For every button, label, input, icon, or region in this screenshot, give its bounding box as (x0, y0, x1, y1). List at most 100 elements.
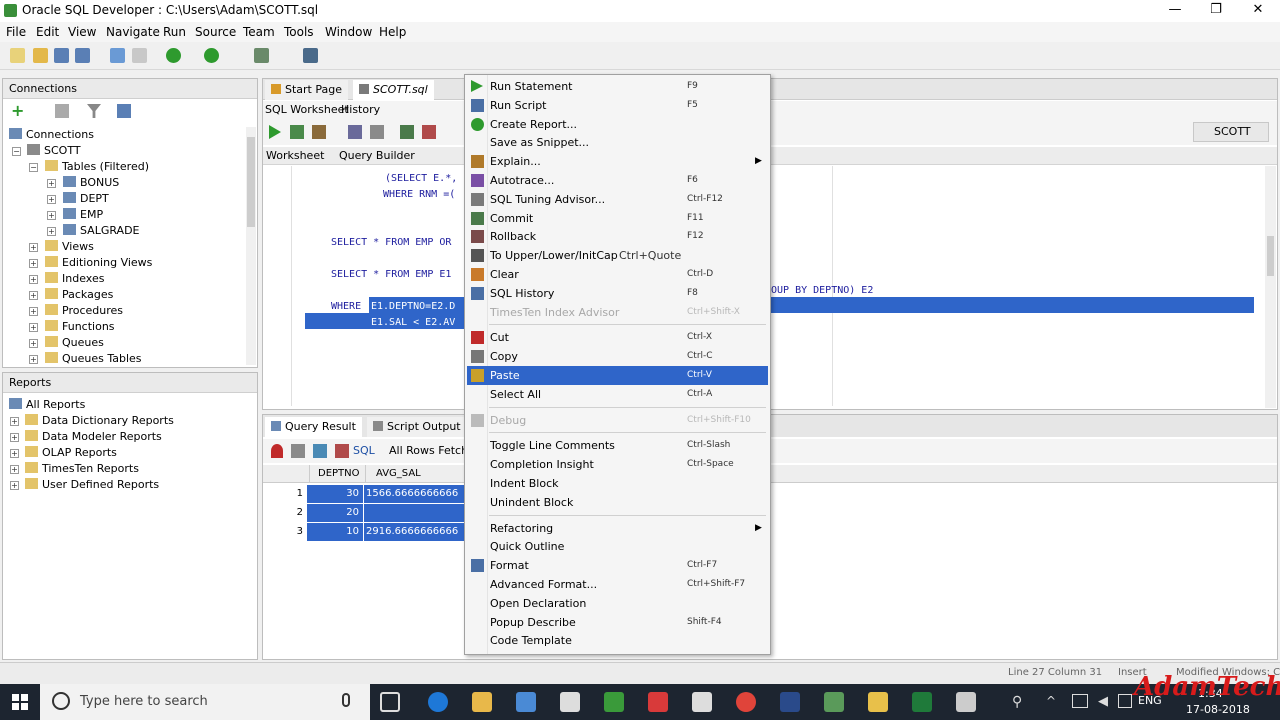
tree-item-salgrade[interactable]: SALGRADE (63, 223, 140, 239)
sql-monitor-icon[interactable] (254, 48, 269, 63)
subtab-history[interactable]: History (341, 103, 380, 116)
app-blue-icon[interactable] (780, 692, 800, 712)
app-yellow-icon[interactable] (868, 692, 888, 712)
menu-item-unindent-block[interactable]: Unindent Block (467, 493, 768, 512)
tree-item-bonus[interactable]: BONUS (63, 175, 119, 191)
commit-icon[interactable] (400, 125, 414, 139)
expand-icon[interactable]: + (10, 433, 19, 442)
run-statement-icon[interactable] (269, 125, 281, 139)
rollback-icon[interactable] (422, 125, 436, 139)
menu-item-indent-block[interactable]: Indent Block (467, 474, 768, 493)
menu-item-format[interactable]: Format Ctrl-F7 (467, 556, 768, 575)
edge-icon[interactable] (428, 692, 448, 712)
menu-item-toggle-line-comments[interactable]: Toggle Line Comments Ctrl-Slash (467, 436, 768, 455)
menu-item-cut[interactable]: Cut Ctrl-X (467, 328, 768, 347)
save-all-icon[interactable] (75, 48, 90, 63)
excel-icon[interactable] (912, 692, 932, 712)
tree-item-dept[interactable]: DEPT (63, 191, 109, 207)
menu-item-select-all[interactable]: Select All Ctrl-A (467, 385, 768, 404)
network-icon[interactable] (1072, 694, 1088, 708)
collapse-icon[interactable]: − (12, 147, 21, 156)
mail-icon[interactable] (692, 692, 712, 712)
menu-item-popup-describe[interactable]: Popup Describe Shift-F4 (467, 613, 768, 632)
dropbox-icon[interactable] (560, 692, 580, 712)
menu-tools[interactable]: Tools (284, 25, 314, 39)
cell-deptno[interactable]: 20 (307, 504, 363, 522)
tree-item-tables[interactable]: Tables (Filtered) (45, 159, 149, 175)
new-icon[interactable] (10, 48, 25, 63)
menu-item-rollback[interactable]: Rollback F12 (467, 227, 768, 246)
chrome-icon[interactable] (736, 692, 756, 712)
expand-icon[interactable]: + (10, 481, 19, 490)
menu-view[interactable]: View (68, 25, 96, 39)
microphone-icon[interactable] (342, 693, 350, 707)
expand-icon[interactable]: + (47, 211, 56, 220)
menu-window[interactable]: Window (325, 25, 372, 39)
taskbar-search-box[interactable]: Type here to search (40, 684, 370, 720)
tree-item-all-reports[interactable]: All Reports (9, 397, 85, 413)
menu-item-commit[interactable]: Commit F11 (467, 209, 768, 228)
save-icon[interactable] (54, 48, 69, 63)
back-icon[interactable] (166, 48, 181, 63)
expand-icon[interactable]: + (47, 227, 56, 236)
menu-item-autotrace[interactable]: Autotrace... F6 (467, 171, 768, 190)
menu-item-open-declaration[interactable]: Open Declaration (467, 594, 768, 613)
tree-item-timesten-reports[interactable]: TimesTen Reports (25, 461, 139, 477)
menu-item-sql-history[interactable]: SQL History F8 (467, 284, 768, 303)
volume-icon[interactable]: ◀ (1098, 694, 1108, 709)
menu-item-save-as-snippet[interactable]: Save as Snippet... (467, 133, 768, 152)
menu-file[interactable]: File (6, 25, 26, 39)
menu-item-completion-insight[interactable]: Completion Insight Ctrl-Space (467, 455, 768, 474)
cell-deptno[interactable]: 10 (307, 523, 363, 541)
tray-chevron-icon[interactable]: ^ (1046, 694, 1056, 708)
tab-query-builder[interactable]: Query Builder (339, 149, 415, 162)
tree-item-views[interactable]: Views (45, 239, 94, 255)
tree-item-data-dictionary-reports[interactable]: Data Dictionary Reports (25, 413, 174, 429)
menu-item-advanced-format[interactable]: Advanced Format... Ctrl+Shift-F7 (467, 575, 768, 594)
autotrace-icon[interactable] (312, 125, 326, 139)
menu-navigate[interactable]: Navigate (106, 25, 160, 39)
undo-icon[interactable] (110, 48, 125, 63)
close-button[interactable]: ✕ (1238, 0, 1278, 20)
tree-item-emp[interactable]: EMP (63, 207, 103, 223)
forward-icon[interactable] (204, 48, 219, 63)
refresh-icon[interactable] (55, 104, 69, 118)
windows-start-icon[interactable] (12, 694, 28, 710)
editor-scrollbar[interactable] (1265, 166, 1276, 408)
add-connection-icon[interactable]: + (11, 103, 25, 119)
print-icon[interactable] (291, 444, 305, 458)
tree-item-procedures[interactable]: Procedures (45, 303, 123, 319)
menu-item-refactoring[interactable]: Refactoring ▶ (467, 519, 768, 538)
collapse-icon[interactable]: − (29, 163, 38, 172)
tab-script-output[interactable]: Script Output (367, 417, 467, 437)
menu-item-run-script[interactable]: Run Script F5 (467, 96, 768, 115)
menu-item-explain[interactable]: Explain... ▶ (467, 152, 768, 171)
expand-icon[interactable]: + (47, 195, 56, 204)
menu-item-clear[interactable]: Clear Ctrl-D (467, 265, 768, 284)
expand-icon[interactable]: + (29, 307, 38, 316)
pin-icon[interactable] (271, 444, 283, 458)
menu-item-paste[interactable]: Paste Ctrl-V (467, 366, 768, 385)
tree-item-queues-tables[interactable]: Queues Tables (45, 351, 142, 367)
people-icon[interactable]: ⚲ (1012, 694, 1026, 710)
cancel-icon[interactable] (335, 444, 349, 458)
tree-item-editioning-views[interactable]: Editioning Views (45, 255, 152, 271)
tree-item-user-defined-reports[interactable]: User Defined Reports (25, 477, 159, 493)
migration-icon[interactable] (303, 48, 318, 63)
expand-icon[interactable]: + (29, 275, 38, 284)
menu-item-quick-outline[interactable]: Quick Outline (467, 537, 768, 556)
minimize-button[interactable]: — (1155, 0, 1195, 20)
menu-item-run-statement[interactable]: Run Statement F9 (467, 77, 768, 96)
sql-developer-icon[interactable] (824, 692, 844, 712)
refresh-icon[interactable] (313, 444, 327, 458)
tab-worksheet[interactable]: Worksheet (266, 149, 324, 162)
app-window-icon[interactable] (956, 692, 976, 712)
menu-source[interactable]: Source (195, 25, 236, 39)
store-icon[interactable] (516, 692, 536, 712)
column-header-avg-sal[interactable]: AVG_SAL (365, 465, 465, 483)
expand-icon[interactable]: + (29, 339, 38, 348)
run-script-icon[interactable] (290, 125, 304, 139)
expand-icon[interactable]: + (29, 243, 38, 252)
menu-help[interactable]: Help (379, 25, 406, 39)
tree-item-indexes[interactable]: Indexes (45, 271, 104, 287)
